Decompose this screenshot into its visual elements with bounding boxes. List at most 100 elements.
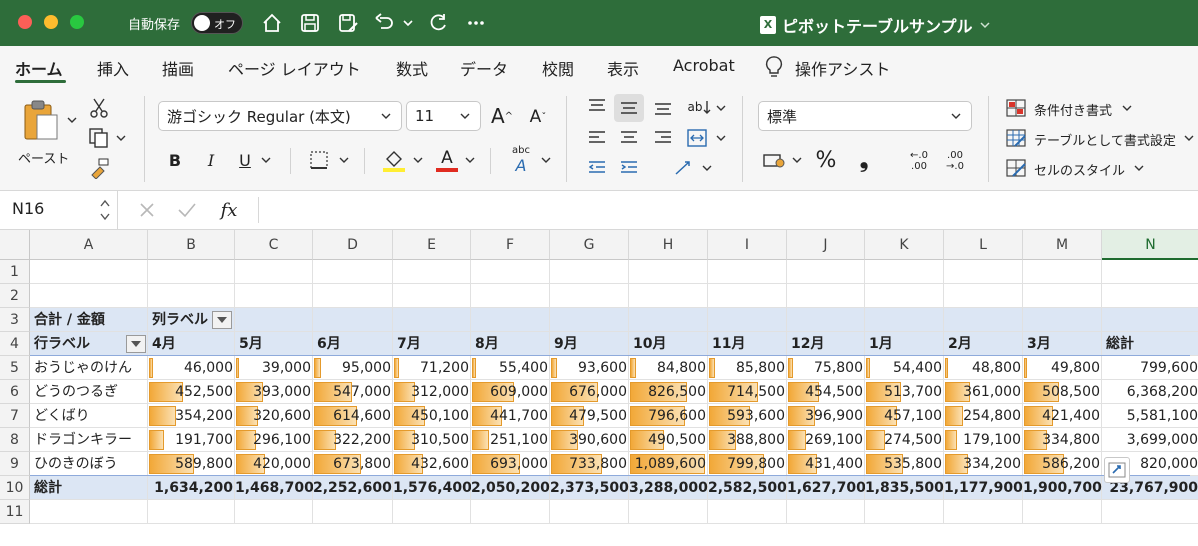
cell[interactable] — [30, 284, 148, 308]
table-chevron-down-icon[interactable] — [1182, 130, 1196, 146]
document-title[interactable]: X ピボットテーブルサンプル — [760, 13, 991, 37]
pivot-value-cell[interactable]: 547,000 — [313, 380, 393, 404]
pivot-grand-total-cell[interactable]: 1,627,700 — [787, 476, 865, 500]
column-header-h[interactable]: H — [629, 230, 708, 260]
pivot-value-cell[interactable]: 733,800 — [550, 452, 629, 476]
pivot-value-cell[interactable]: 191,700 — [148, 428, 235, 452]
pivot-month-header[interactable]: 9月 — [550, 332, 629, 356]
undo-chevron-down-icon[interactable] — [400, 11, 416, 35]
pivot-value-cell[interactable]: 254,800 — [944, 404, 1023, 428]
column-header-b[interactable]: B — [148, 230, 235, 260]
cell[interactable] — [550, 500, 629, 524]
save-icon[interactable] — [298, 11, 322, 35]
pivot-value-cell[interactable]: 535,800 — [865, 452, 944, 476]
tab-formulas[interactable]: 数式 — [396, 56, 428, 80]
pivot-value-cell[interactable]: 46,000 — [148, 356, 235, 380]
pivot-value-cell[interactable]: 508,500 — [1023, 380, 1102, 404]
decrease-font-size-icon[interactable]: Aˇ — [524, 104, 552, 130]
more-icon[interactable] — [464, 11, 488, 35]
cell[interactable] — [629, 308, 708, 332]
cell[interactable] — [787, 308, 865, 332]
autosave-toggle[interactable]: オフ — [191, 12, 243, 34]
cell[interactable] — [393, 260, 471, 284]
pivot-value-cell[interactable]: 310,500 — [393, 428, 471, 452]
tab-view[interactable]: 表示 — [607, 56, 639, 80]
pivot-row-label[interactable]: 行ラベル — [30, 332, 148, 356]
pivot-value-cell[interactable]: 799,800 — [708, 452, 787, 476]
text-direction-icon[interactable] — [670, 156, 698, 180]
cell[interactable] — [944, 308, 1023, 332]
cell[interactable] — [708, 308, 787, 332]
cell[interactable] — [550, 284, 629, 308]
pivot-value-cell[interactable]: 84,800 — [629, 356, 708, 380]
pivot-value-cell[interactable]: 334,800 — [1023, 428, 1102, 452]
pivot-value-cell[interactable]: 490,500 — [629, 428, 708, 452]
confirm-entry-icon[interactable] — [176, 199, 198, 221]
pivot-value-cell[interactable]: 320,600 — [235, 404, 313, 428]
row-label-filter-dropdown[interactable] — [126, 335, 146, 353]
pivot-value-cell[interactable]: 479,500 — [550, 404, 629, 428]
row-header-10[interactable]: 10 — [0, 476, 30, 500]
tab-tell-me[interactable]: 操作アシスト — [795, 56, 890, 80]
save-as-icon[interactable] — [336, 11, 360, 35]
pivot-value-cell[interactable]: 421,400 — [1023, 404, 1102, 428]
cell[interactable] — [235, 284, 313, 308]
cell[interactable] — [787, 284, 865, 308]
orientation-icon[interactable]: ab — [686, 94, 714, 120]
merge-center-icon[interactable] — [684, 126, 710, 150]
pivot-value-cell[interactable]: 826,500 — [629, 380, 708, 404]
name-box[interactable]: N16 — [0, 191, 118, 229]
cell[interactable] — [550, 308, 629, 332]
pivot-value-cell[interactable]: 55,400 — [471, 356, 550, 380]
column-header-e[interactable]: E — [393, 230, 471, 260]
pivot-value-cell[interactable]: 93,600 — [550, 356, 629, 380]
cell[interactable] — [1102, 260, 1198, 284]
pivot-value-cell[interactable]: 296,100 — [235, 428, 313, 452]
cell[interactable] — [471, 500, 550, 524]
tab-acrobat[interactable]: Acrobat — [673, 56, 735, 75]
fill-chevron-down-icon[interactable] — [410, 152, 426, 168]
pivot-month-header[interactable]: 7月 — [393, 332, 471, 356]
tab-insert[interactable]: 挿入 — [97, 56, 129, 80]
pivot-value-cell[interactable]: 714,500 — [708, 380, 787, 404]
underline-button[interactable]: U — [234, 148, 256, 172]
pivot-month-header[interactable]: 2月 — [944, 332, 1023, 356]
column-header-c[interactable]: C — [235, 230, 313, 260]
tab-data[interactable]: データ — [460, 56, 508, 80]
accounting-chevron-down-icon[interactable] — [790, 152, 804, 168]
paste-chevron-down-icon[interactable] — [64, 110, 80, 130]
pivot-value-cell[interactable]: 396,900 — [787, 404, 865, 428]
fill-color-icon[interactable] — [380, 146, 408, 174]
cell[interactable] — [313, 308, 393, 332]
pivot-value-cell[interactable]: 251,100 — [471, 428, 550, 452]
cell[interactable] — [787, 500, 865, 524]
cancel-entry-icon[interactable] — [136, 199, 158, 221]
pivot-value-cell[interactable]: 312,000 — [393, 380, 471, 404]
row-header-9[interactable]: 9 — [0, 452, 30, 476]
pivot-row-total[interactable]: 799,600 — [1102, 356, 1198, 380]
pivot-value-cell[interactable]: 393,000 — [235, 380, 313, 404]
pivot-row-total[interactable]: 5,581,100 — [1102, 404, 1198, 428]
column-header-f[interactable]: F — [471, 230, 550, 260]
cell[interactable] — [393, 284, 471, 308]
pivot-month-header[interactable]: 5月 — [235, 332, 313, 356]
pivot-value-cell[interactable]: 614,600 — [313, 404, 393, 428]
row-header-5[interactable]: 5 — [0, 356, 30, 380]
tab-review[interactable]: 校閲 — [542, 56, 574, 80]
row-header-6[interactable]: 6 — [0, 380, 30, 404]
row-header-4[interactable]: 4 — [0, 332, 30, 356]
pivot-month-header[interactable]: 12月 — [787, 332, 865, 356]
format-as-table-icon[interactable] — [1004, 126, 1028, 150]
pivot-month-header[interactable]: 11月 — [708, 332, 787, 356]
cell[interactable] — [313, 284, 393, 308]
pivot-value-cell[interactable]: 609,000 — [471, 380, 550, 404]
number-format-select[interactable]: 標準 — [758, 101, 972, 131]
pivot-month-header[interactable]: 6月 — [313, 332, 393, 356]
pivot-value-cell[interactable]: 71,200 — [393, 356, 471, 380]
tab-home[interactable]: ホーム — [15, 56, 63, 80]
pivot-value-cell[interactable]: 179,100 — [944, 428, 1023, 452]
column-header-k[interactable]: K — [865, 230, 944, 260]
cell[interactable] — [393, 308, 471, 332]
cell[interactable] — [1102, 284, 1198, 308]
conditional-format-label[interactable]: 条件付き書式 — [1034, 100, 1112, 119]
